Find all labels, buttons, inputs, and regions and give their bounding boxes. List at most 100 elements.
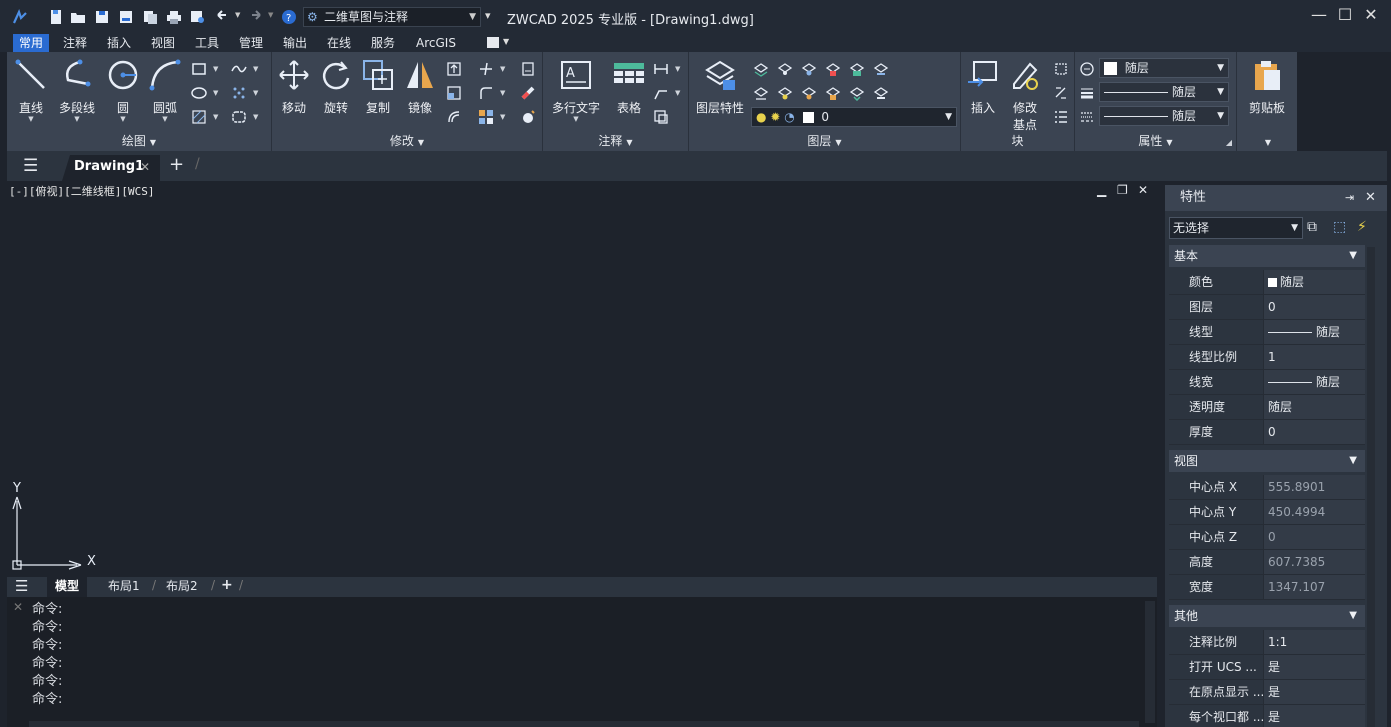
chevron-down-icon[interactable]: ▼ (213, 65, 218, 73)
prop-row[interactable]: 颜色 随层 (1169, 270, 1365, 295)
prop-row[interactable]: 线宽 随层 (1169, 370, 1365, 395)
workspace-select[interactable]: ⚙ 二维草图与注释 ▼ (303, 7, 481, 27)
selection-select[interactable]: 无选择 ▼ (1169, 217, 1303, 239)
offset-icon[interactable] (446, 109, 462, 125)
close-icon[interactable]: ✕ (1361, 6, 1381, 26)
hamburger-menu-icon[interactable]: ☰ (15, 577, 28, 595)
new-file-icon[interactable] (48, 9, 64, 25)
tab-home[interactable]: 常用 (13, 34, 50, 52)
lineweight-select[interactable]: 随层 ▼ (1099, 106, 1229, 126)
layer-select[interactable]: ● ✹ ◔ 0 ▼ (751, 107, 957, 127)
layer-merge-icon[interactable] (849, 85, 865, 102)
close-tab-icon[interactable]: ✕ (140, 155, 150, 179)
layer-off-icon[interactable] (753, 85, 769, 101)
scale-icon[interactable] (446, 85, 462, 101)
viewport-controls-label[interactable]: [-][俯视][二维线框][WCS] (9, 183, 154, 199)
draw-panel-label[interactable]: 绘图 ▼ (7, 133, 271, 149)
tab-view[interactable]: 视图 (145, 34, 181, 52)
redo-icon[interactable] (248, 9, 264, 25)
paste-button[interactable]: 剪贴板 (1245, 58, 1289, 116)
command-window[interactable]: ✕ 命令: 命令: 命令: 命令: 命令: 命令: (7, 597, 1157, 727)
chevron-down-icon[interactable]: ▼ (500, 113, 505, 121)
properties-scrollbar[interactable] (1367, 247, 1375, 727)
chevron-down-icon[interactable]: ▼ (500, 65, 505, 73)
color-select[interactable]: 随层 ▼ (1099, 58, 1229, 78)
drawing-canvas[interactable]: [-][俯视][二维线框][WCS] ▁ ❐ ✕ Y X (7, 181, 1157, 577)
chevron-down-icon[interactable]: ▼ (213, 89, 218, 97)
text-style-icon[interactable] (653, 109, 669, 125)
spline-icon[interactable] (231, 61, 247, 77)
revcloud-icon[interactable] (231, 109, 247, 125)
tab-tools[interactable]: 工具 (189, 34, 225, 52)
add-layout-icon[interactable]: + (221, 577, 233, 593)
rectangle-icon[interactable] (191, 61, 207, 77)
explode-icon[interactable] (520, 85, 536, 101)
layer-unlock-icon[interactable] (825, 85, 841, 101)
copy-button[interactable]: 复制 (358, 58, 398, 116)
tab-manage[interactable]: 管理 (233, 34, 269, 52)
new-tab-icon[interactable]: + (169, 154, 184, 175)
section-other[interactable]: 其他 ▼ (1169, 605, 1365, 627)
undo-icon[interactable] (214, 9, 230, 25)
tab-output[interactable]: 输出 (277, 34, 313, 52)
dimension-icon[interactable] (653, 61, 669, 77)
prop-row[interactable]: 线型比例 1 (1169, 345, 1365, 370)
properties-panel-label[interactable]: 属性 ▼ (1075, 133, 1236, 149)
layer-isolate-icon[interactable] (777, 61, 793, 77)
arc-button[interactable]: 圆弧 ▼ (145, 58, 185, 123)
mtext-button[interactable]: A 多行文字 ▼ (551, 58, 601, 123)
fillet-icon[interactable] (478, 85, 494, 101)
viewport-minimize-icon[interactable]: ▁ (1097, 183, 1106, 197)
prop-row[interactable]: 中心点 X 555.8901 (1169, 475, 1365, 500)
save-as-icon[interactable] (118, 9, 134, 25)
polyline-button[interactable]: 多段线 ▼ (57, 58, 97, 123)
redo-dropdown-icon[interactable]: ▼ (268, 11, 273, 19)
tab-insert[interactable]: 插入 (101, 34, 137, 52)
modify-panel-label[interactable]: 修改 ▼ (272, 133, 542, 149)
table-button[interactable]: 表格 (609, 58, 649, 116)
match-properties-icon[interactable] (1079, 61, 1095, 77)
ellipse-icon[interactable] (191, 85, 207, 101)
mirror-button[interactable]: 镜像 (400, 58, 440, 116)
tab-arcgis[interactable]: ArcGIS (410, 34, 462, 52)
close-icon[interactable]: ✕ (1365, 185, 1376, 211)
layer-state-icon[interactable] (753, 61, 769, 77)
doc-tab-drawing1[interactable]: Drawing1 ✕ (62, 155, 160, 181)
prop-row[interactable]: 宽度 1347.107 (1169, 575, 1365, 600)
chevron-down-icon[interactable]: ▼ (675, 89, 680, 97)
layer-properties-button[interactable]: 图层特性 (695, 58, 745, 116)
create-block-icon[interactable] (1053, 61, 1069, 77)
customize-qat-icon[interactable]: ▾ (485, 9, 491, 22)
layer-walk-icon[interactable] (873, 61, 889, 77)
help-icon[interactable]: ? (281, 9, 297, 25)
line-button[interactable]: 直线 ▼ (11, 58, 51, 123)
rotate-button[interactable]: 旋转 (316, 58, 356, 116)
tab-layout1[interactable]: 布局1 (100, 577, 148, 597)
layer-delete-icon[interactable] (873, 85, 889, 101)
prop-row[interactable]: 图层 0 (1169, 295, 1365, 320)
open-folder-icon[interactable] (70, 9, 86, 25)
annotation-panel-label[interactable]: 注释 ▼ (543, 133, 688, 149)
join-icon[interactable] (520, 109, 536, 125)
prop-row[interactable]: 中心点 Z0 (1169, 525, 1365, 550)
tab-annotate[interactable]: 注释 (57, 34, 93, 52)
quick-select-icon[interactable]: ⚡ (1357, 219, 1367, 235)
layer-freeze-icon[interactable] (801, 61, 817, 77)
prop-row[interactable]: 中心点 Y 450.4994 (1169, 500, 1365, 525)
toggle-pickadd-icon[interactable]: ⧉ (1307, 219, 1317, 235)
undo-dropdown-icon[interactable]: ▼ (235, 11, 240, 19)
leader-icon[interactable] (653, 85, 669, 101)
prop-row[interactable]: 在原点显示 ... 是 (1169, 680, 1365, 705)
viewport-close-icon[interactable]: ✕ (1138, 183, 1148, 197)
prop-row[interactable]: 线型 随层 (1169, 320, 1365, 345)
block-attributes-icon[interactable] (1053, 109, 1069, 125)
ribbon-display-icon[interactable] (487, 37, 499, 48)
chevron-down-icon[interactable]: ▼ (253, 113, 258, 121)
select-objects-icon[interactable]: ⬚ (1333, 219, 1346, 235)
hatch-icon[interactable] (191, 109, 207, 125)
move-button[interactable]: 移动 (274, 58, 314, 116)
close-command-icon[interactable]: ✕ (13, 600, 23, 614)
chevron-down-icon[interactable]: ▼ (253, 89, 258, 97)
auto-hide-icon[interactable]: ⇥ (1345, 185, 1354, 211)
tab-services[interactable]: 服务 (365, 34, 401, 52)
